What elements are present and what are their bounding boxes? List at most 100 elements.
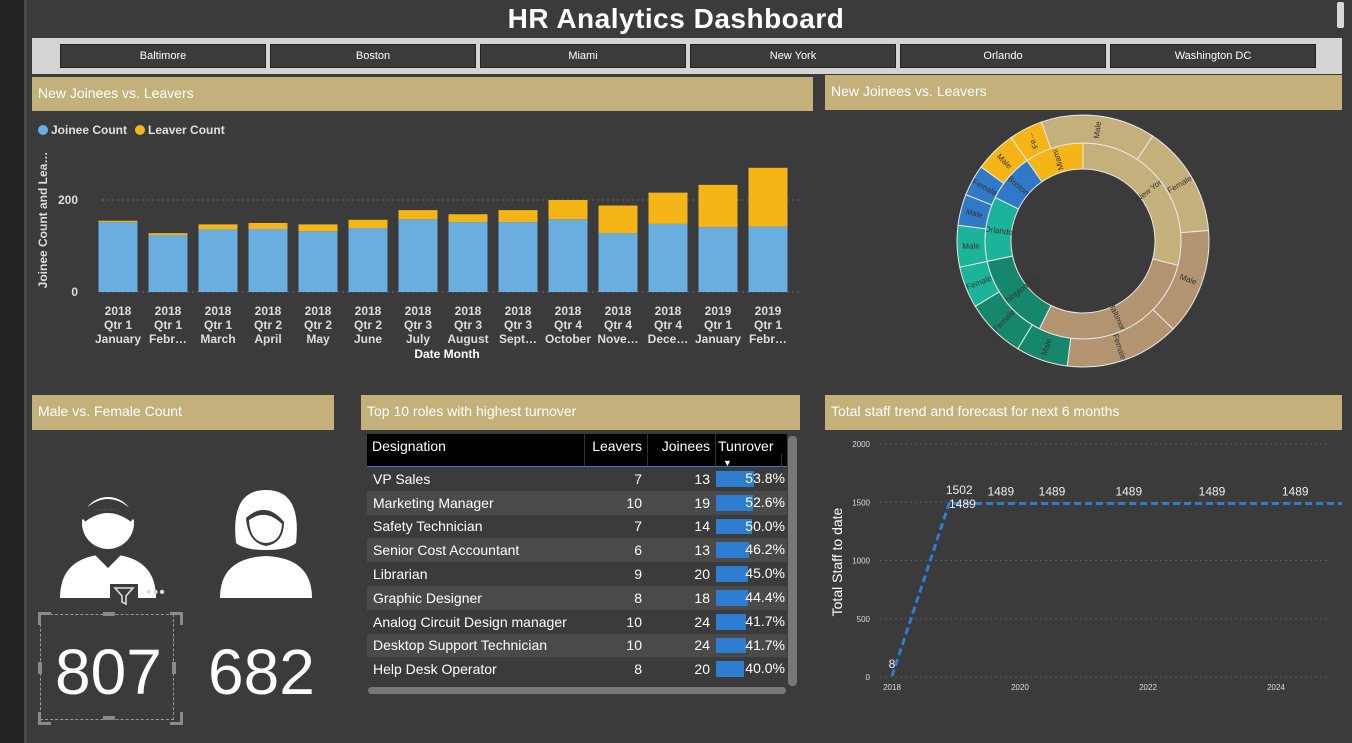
city-gender-sunburst: MiamiNew YorkBaltimoreWashington DCOrlan…	[956, 114, 1210, 368]
joinee-bar	[498, 222, 538, 292]
gender-header: Male vs. Female Count	[32, 395, 334, 430]
male-user-icon	[60, 497, 156, 598]
cell-designation: Librarian	[373, 566, 428, 583]
cell-leavers: 7	[634, 518, 642, 535]
table-horizontal-scrollbar[interactable]	[368, 687, 786, 694]
table-row[interactable]: Graphic Designer 8 18 44.4%	[367, 585, 787, 610]
resize-handle[interactable]	[38, 712, 51, 725]
x-tick-label: 2018	[155, 304, 182, 318]
cell-turnover: 41.7%	[716, 610, 787, 634]
table-row[interactable]: VP Sales 7 13 53.8%	[367, 467, 787, 491]
cell-joinees: 13	[694, 542, 710, 559]
table-row[interactable]: Safety Technician 7 14 50.0%	[367, 514, 787, 539]
legend-joinee-label: Joinee Count	[51, 123, 128, 137]
joinee-leaver-bar-chart: 0200Joinee Count and Lea…2018Qtr 1Januar…	[36, 152, 802, 361]
legend-leaver-label: Leaver Count	[148, 123, 225, 137]
slicer-baltimore[interactable]: Baltimore	[60, 44, 266, 68]
legend-leaver[interactable]: Leaver Count	[135, 123, 225, 137]
leaver-bar	[448, 214, 488, 223]
x-tick-label: 2018	[655, 304, 682, 318]
cell-leavers: 6	[634, 542, 642, 559]
joinee-bar	[748, 226, 788, 292]
slicer-washington-dc[interactable]: Washington DC	[1110, 44, 1316, 68]
leaver-bar	[748, 167, 788, 227]
slicer-orlando[interactable]: Orlando	[900, 44, 1106, 68]
slicer-miami[interactable]: Miami	[480, 44, 686, 68]
resize-handle[interactable]	[103, 612, 115, 616]
table-row[interactable]: Librarian 9 20 45.0%	[367, 562, 787, 586]
x-tick-label: 2018	[455, 304, 482, 318]
col-leavers[interactable]: Leavers	[585, 434, 648, 466]
x-tick-label: Qtr 1	[154, 318, 182, 332]
col-designation[interactable]: Designation	[367, 434, 585, 466]
y-tick-label: 1000	[852, 557, 870, 566]
table-row[interactable]: Analog Circuit Design manager 10 24 41.7%	[367, 609, 787, 634]
table-row[interactable]: Marketing Manager 10 19 52.6%	[367, 490, 787, 515]
x-tick-label: August	[447, 332, 488, 346]
table-row[interactable]: Senior Cost Accountant 6 13 46.2%	[367, 538, 787, 563]
cell-joinees: 24	[694, 637, 710, 654]
cell-turnover: 53.8%	[716, 467, 787, 491]
joinee-bar	[298, 231, 338, 292]
x-tick-label: 2019	[705, 304, 732, 318]
table-row[interactable]: Desktop Support Technician 10 24 41.7%	[367, 633, 787, 658]
resize-handle[interactable]	[38, 662, 42, 674]
leaver-bar	[548, 200, 588, 220]
turnover-bar	[716, 589, 748, 606]
filter-icon[interactable]	[110, 584, 138, 608]
col-joinees[interactable]: Joinees	[648, 434, 716, 466]
x-tick-label: Qtr 4	[654, 318, 682, 332]
female-user-icon	[220, 490, 312, 598]
slicer-new-york[interactable]: New York	[690, 44, 896, 68]
cell-joinees: 20	[694, 661, 710, 678]
x-tick-label: January	[95, 332, 141, 346]
resize-handle[interactable]	[172, 662, 176, 674]
x-tick-label: 2018	[605, 304, 632, 318]
cell-leavers: 9	[634, 566, 642, 583]
cell-leavers: 8	[634, 661, 642, 678]
x-tick-label: Qtr 2	[254, 318, 282, 332]
resize-handle[interactable]	[38, 612, 51, 625]
leaver-dot	[135, 125, 146, 135]
turnover-value: 52.6%	[745, 493, 785, 510]
col-turnover[interactable]: Tunrover ▼	[716, 434, 787, 472]
x-tick-label: 2018	[355, 304, 382, 318]
cell-leavers: 10	[626, 637, 642, 654]
turnover-value: 46.2%	[745, 541, 785, 558]
table-row[interactable]: Help Desk Operator 8 20 40.0%	[367, 657, 787, 682]
legend-joinee[interactable]: Joinee Count	[38, 123, 127, 137]
slicer-boston[interactable]: Boston	[270, 44, 476, 68]
y-tick-label: 500	[857, 615, 871, 624]
more-options-icon[interactable]: •••	[146, 584, 166, 602]
leaver-bar	[598, 205, 638, 234]
x-tick-label: Febr…	[749, 332, 787, 346]
resize-handle[interactable]	[170, 612, 183, 625]
x-tick-label: January	[695, 332, 741, 346]
x-tick-label: 2018	[405, 304, 432, 318]
turnover-value: 53.8%	[745, 470, 785, 486]
cell-joinees: 18	[694, 589, 710, 606]
y-tick-label: 0	[71, 285, 78, 299]
turnover-value: 50.0%	[745, 517, 785, 534]
x-tick-label: Qtr 2	[304, 318, 332, 332]
turnover-bar	[716, 613, 746, 630]
x-tick-label: June	[354, 332, 382, 346]
x-tick-label: July	[406, 332, 430, 346]
x-tick-label: 2018	[305, 304, 332, 318]
data-label: 8	[889, 657, 896, 671]
leaver-bar	[98, 220, 138, 223]
cell-designation: Graphic Designer	[373, 589, 482, 606]
x-tick-label: May	[306, 332, 330, 346]
female-count: 682	[208, 636, 315, 708]
y-axis-label: Total Staff to date	[829, 507, 845, 616]
staff-trend-chart: 0 500 1000 1500 2000 2018 2020 2022 2024 Total St…	[829, 440, 1342, 692]
resize-handle[interactable]	[103, 716, 115, 720]
cell-designation: Senior Cost Accountant	[373, 542, 520, 559]
joinee-bar	[198, 229, 238, 292]
left-rail	[0, 0, 24, 743]
data-label: 1489	[949, 497, 976, 511]
resize-handle[interactable]	[170, 712, 183, 725]
x-tick-label: Qtr 1	[704, 318, 732, 332]
table-vertical-scrollbar[interactable]	[788, 436, 797, 686]
joinee-bar	[548, 219, 588, 292]
